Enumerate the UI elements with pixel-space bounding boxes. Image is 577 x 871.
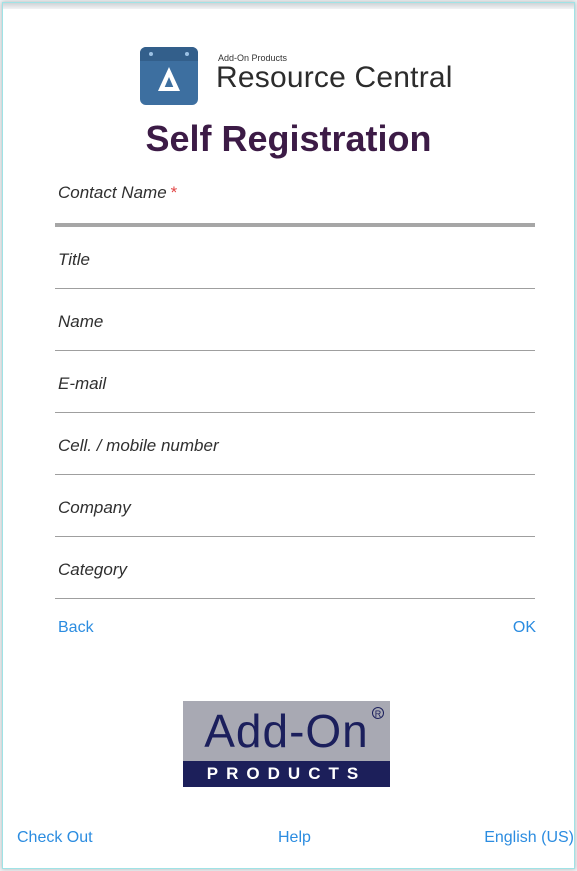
form-actions: Back OK bbox=[58, 619, 536, 643]
add-on-logo-word: Add-On bbox=[204, 705, 369, 757]
category-field[interactable]: Category bbox=[55, 537, 535, 599]
add-on-products-logo: Add-On R PRODUCTS bbox=[183, 701, 390, 787]
category-field-label: Category bbox=[58, 560, 127, 579]
footer-bar: Check Out Help English (US) bbox=[3, 829, 574, 853]
ok-button[interactable]: OK bbox=[513, 619, 536, 637]
registration-window: Add-On Products Resource Central Self Re… bbox=[2, 2, 575, 869]
title-field[interactable]: Title bbox=[55, 227, 535, 289]
contact-name-label: Contact Name * bbox=[58, 183, 177, 203]
contact-name-section: Contact Name * bbox=[55, 165, 535, 227]
page-title: Self Registration bbox=[145, 118, 432, 159]
mobile-number-field[interactable]: Cell. / mobile number bbox=[55, 413, 535, 475]
company-field[interactable]: Company bbox=[55, 475, 535, 537]
registered-mark-icon: R bbox=[372, 707, 384, 719]
add-on-logo-top: Add-On R bbox=[183, 701, 390, 761]
resource-central-logo-icon bbox=[140, 47, 198, 105]
check-out-link[interactable]: Check Out bbox=[17, 829, 93, 847]
window-top-bar bbox=[3, 3, 574, 9]
brand-product-name: Resource Central bbox=[216, 61, 453, 94]
email-field[interactable]: E-mail bbox=[55, 351, 535, 413]
back-button[interactable]: Back bbox=[58, 619, 94, 637]
language-selector[interactable]: English (US) bbox=[484, 829, 574, 847]
name-field-label: Name bbox=[58, 312, 104, 331]
email-field-label: E-mail bbox=[58, 374, 107, 393]
name-field[interactable]: Name bbox=[55, 289, 535, 351]
title-field-label: Title bbox=[58, 250, 90, 269]
add-on-logo-products: PRODUCTS bbox=[183, 761, 390, 787]
brand-header: Add-On Products Resource Central bbox=[140, 45, 460, 105]
company-field-label: Company bbox=[58, 498, 131, 517]
help-link[interactable]: Help bbox=[278, 829, 311, 847]
registration-form: Contact Name * Title Name E-mail Cell. / … bbox=[55, 165, 535, 599]
contact-name-text: Contact Name bbox=[58, 183, 167, 202]
mobile-number-field-label: Cell. / mobile number bbox=[58, 436, 219, 455]
required-marker: * bbox=[170, 183, 178, 202]
